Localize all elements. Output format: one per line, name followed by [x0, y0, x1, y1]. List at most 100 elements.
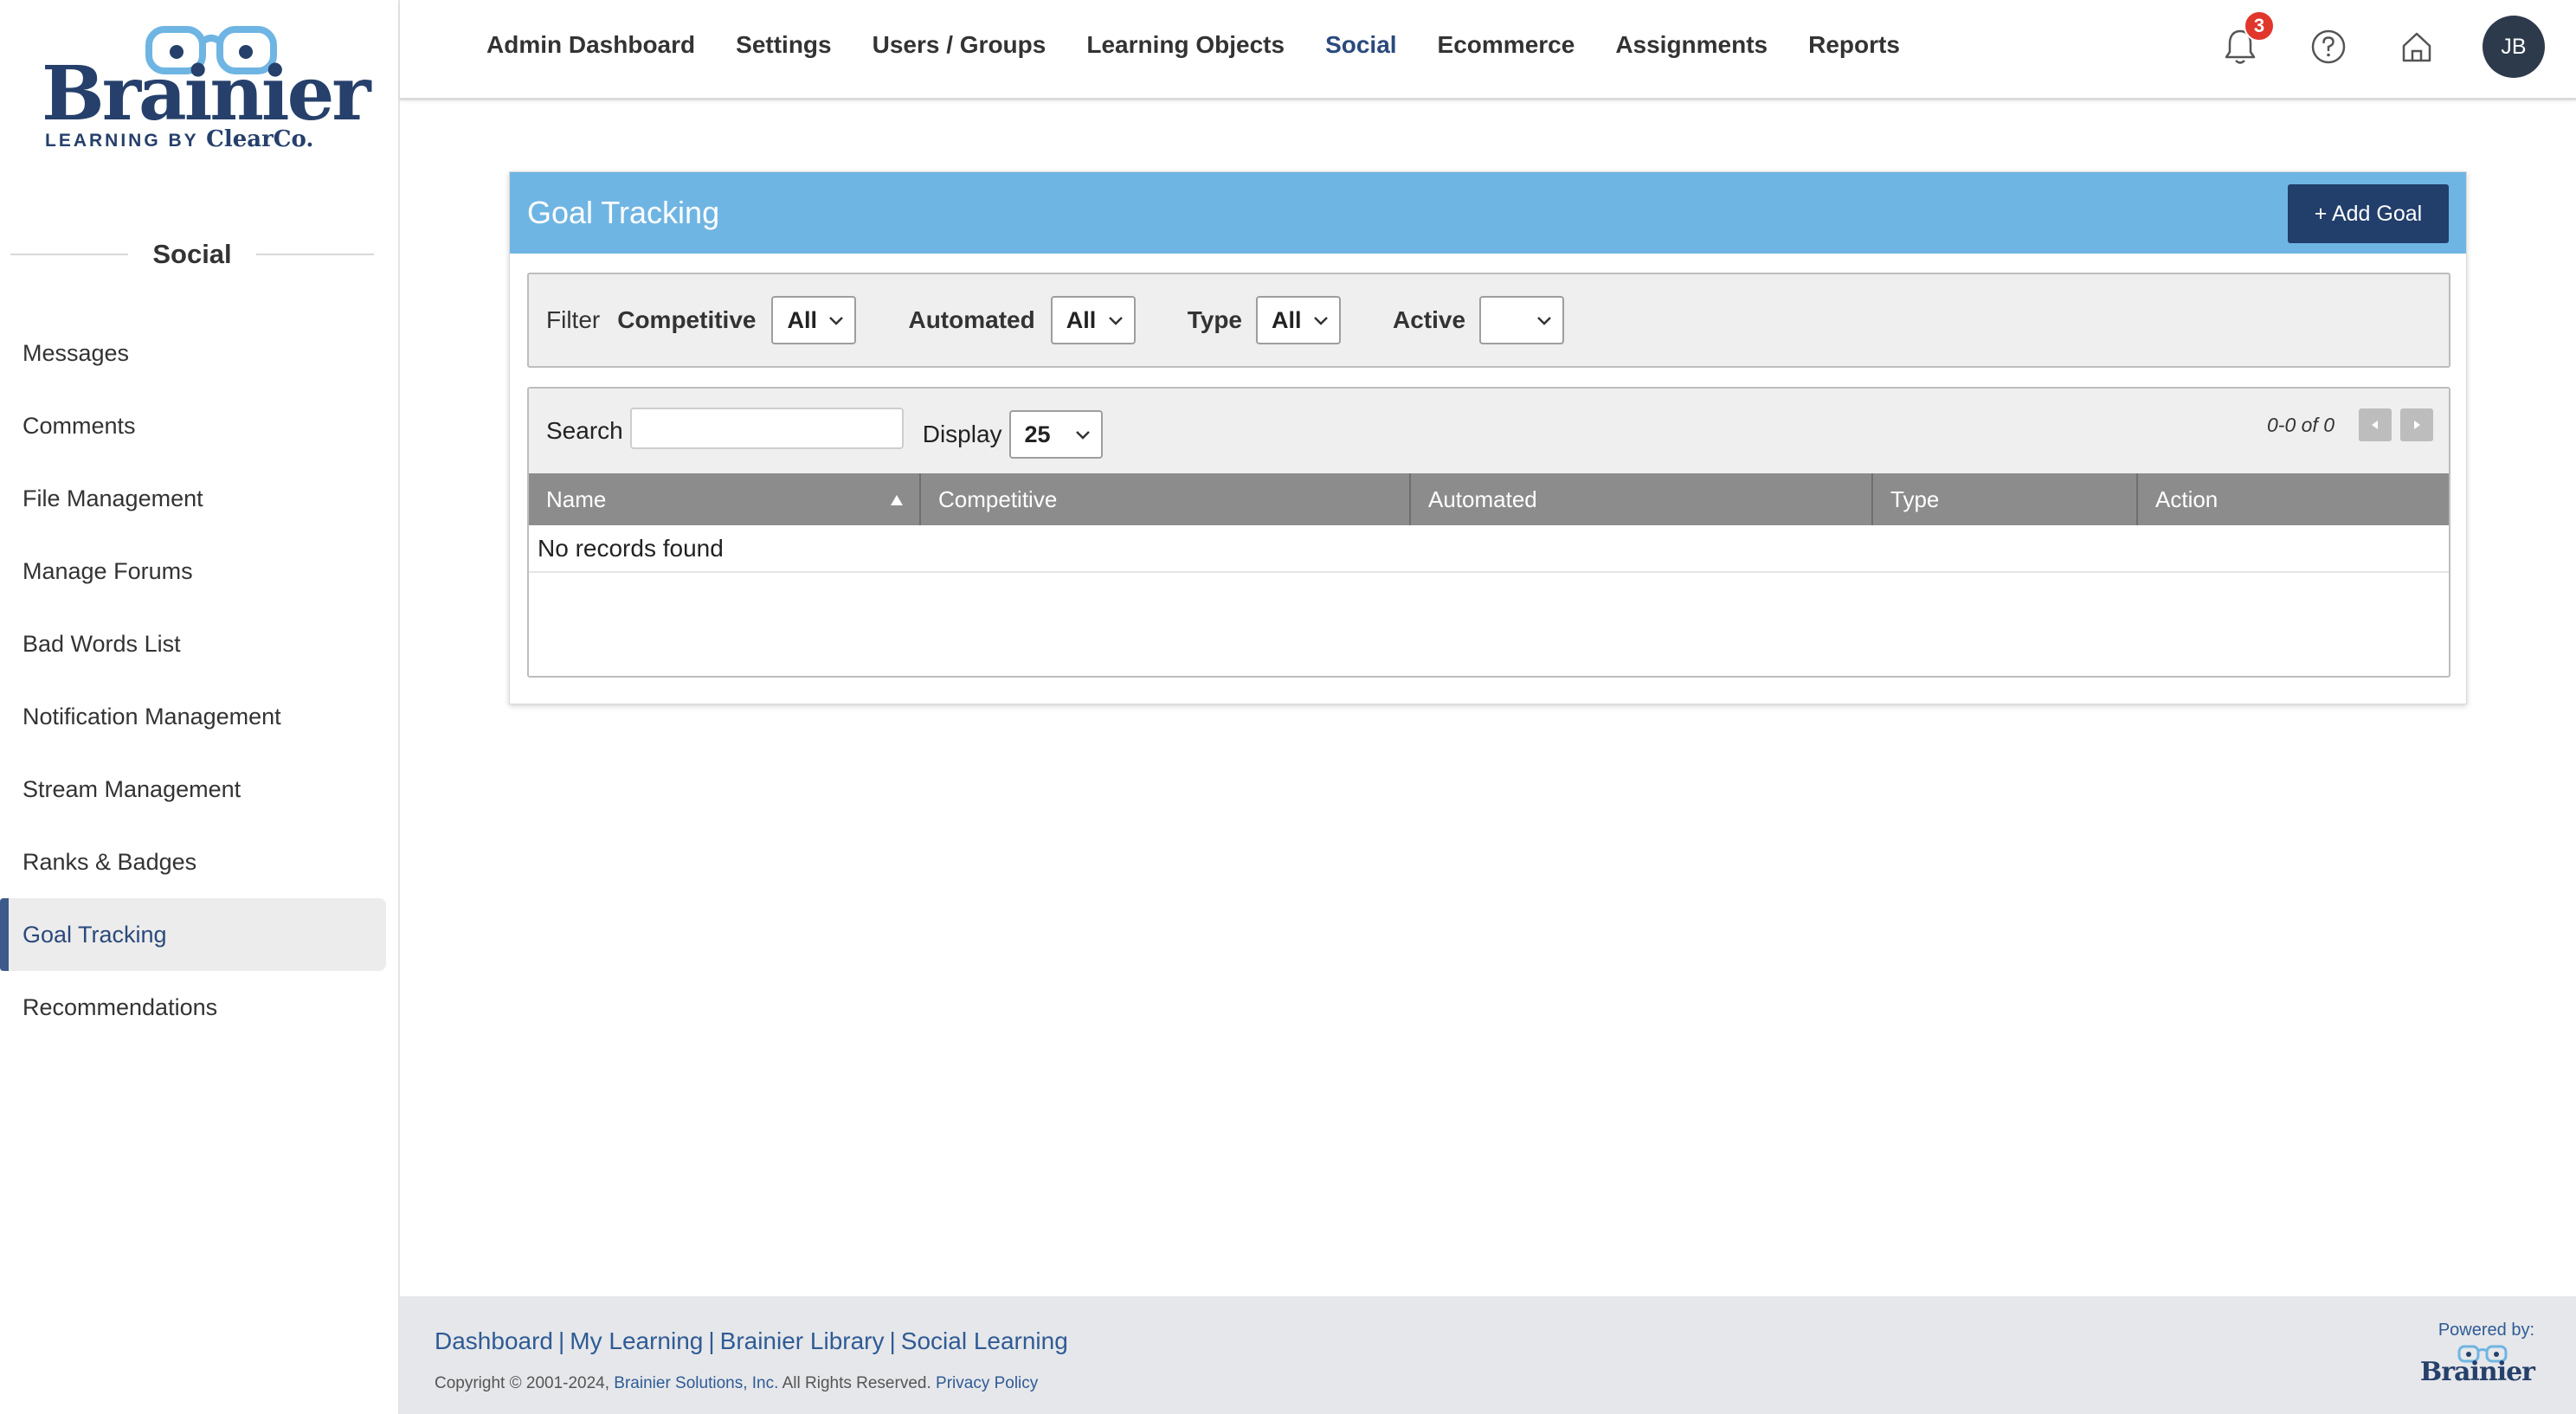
- search-label: Search: [546, 417, 623, 444]
- logo-wordmark: Brainier: [42, 50, 371, 138]
- sidebar-item-label: Recommendations: [23, 993, 218, 1020]
- column-header-label: Name: [546, 485, 607, 512]
- footer-separator: |: [889, 1327, 896, 1354]
- copyright-rights: All Rights Reserved.: [778, 1374, 937, 1392]
- chevron-down-icon: [1075, 431, 1090, 440]
- divider: [10, 254, 129, 255]
- column-header-action: Action: [2137, 473, 2449, 525]
- brainier-logo[interactable]: Brainier LEARNING BY ClearCo.: [42, 19, 371, 157]
- column-header-automated[interactable]: Automated: [1410, 473, 1873, 525]
- column-header-label: Automated: [1428, 485, 1537, 512]
- sidebar-item-label: Manage Forums: [23, 557, 193, 584]
- nav-reports[interactable]: Reports: [1808, 31, 1900, 59]
- automated-filter-select[interactable]: All: [1050, 296, 1136, 344]
- next-page-button[interactable]: [2400, 408, 2433, 441]
- sidebar-item-label: File Management: [23, 485, 203, 511]
- sidebar: Brainier LEARNING BY ClearCo. Social Mes…: [0, 0, 400, 1414]
- nav-admin-dashboard[interactable]: Admin Dashboard: [486, 31, 695, 59]
- help-icon: [2311, 29, 2346, 64]
- sidebar-item-file-management[interactable]: File Management: [0, 462, 400, 535]
- powered-by: Powered by: Brainier: [2419, 1321, 2535, 1387]
- footer-link-social-learning[interactable]: Social Learning: [901, 1327, 1068, 1354]
- sidebar-item-label: Bad Words List: [23, 630, 181, 657]
- sidebar-item-manage-forums[interactable]: Manage Forums: [0, 535, 400, 607]
- active-filter-select[interactable]: [1479, 296, 1565, 344]
- chevron-down-icon: [1537, 317, 1551, 325]
- sidebar-item-stream-management[interactable]: Stream Management: [0, 753, 400, 826]
- column-header-competitive[interactable]: Competitive: [920, 473, 1411, 525]
- powered-by-label: Powered by:: [2438, 1321, 2534, 1340]
- filter-bar: Filter Competitive All Automated All Typ…: [527, 273, 2450, 368]
- active-filter-label: Active: [1393, 306, 1466, 333]
- column-header-type[interactable]: Type: [1872, 473, 2138, 525]
- sidebar-item-recommendations[interactable]: Recommendations: [0, 971, 400, 1044]
- main-menu: Admin Dashboard Settings Users / Groups …: [486, 0, 1900, 90]
- select-value: All: [1066, 306, 1097, 333]
- sidebar-item-ranks-badges[interactable]: Ranks & Badges: [0, 826, 400, 898]
- list-toolbar: Search Display 25 0-0 of 0: [529, 389, 2449, 473]
- add-goal-button[interactable]: + Add Goal: [2288, 184, 2449, 243]
- home-icon: [2402, 32, 2431, 62]
- notifications-button[interactable]: 3: [2214, 10, 2275, 73]
- card-header: Goal Tracking + Add Goal: [510, 172, 2466, 254]
- nav-assignments[interactable]: Assignments: [1615, 31, 1768, 59]
- sidebar-item-notification-management[interactable]: Notification Management: [0, 680, 400, 753]
- column-header-label: Action: [2155, 485, 2219, 512]
- goal-table: Name Competitive Automated Type Action N…: [529, 473, 2449, 573]
- sidebar-item-bad-words-list[interactable]: Bad Words List: [0, 607, 400, 680]
- chevron-down-icon: [829, 317, 844, 325]
- powered-by-wordmark: Brainier: [2419, 1357, 2535, 1387]
- sidebar-item-goal-tracking[interactable]: Goal Tracking: [0, 898, 386, 971]
- page-title: Goal Tracking: [527, 195, 720, 230]
- sort-ascending-icon: [891, 495, 903, 505]
- nav-learning-objects[interactable]: Learning Objects: [1086, 31, 1285, 59]
- nav-users-groups[interactable]: Users / Groups: [873, 31, 1046, 59]
- help-button[interactable]: [2302, 21, 2354, 73]
- sidebar-nav: Messages Comments File Management Manage…: [0, 317, 400, 1044]
- sidebar-heading: Social: [152, 239, 232, 269]
- copyright-text: Copyright © 2001-2024, Brainier Solution…: [435, 1374, 1038, 1393]
- sidebar-item-label: Messages: [23, 339, 130, 366]
- nav-settings[interactable]: Settings: [736, 31, 831, 59]
- footer: Dashboard | My Learning | Brainier Library | S…: [400, 1296, 2576, 1414]
- logo-tagline-company: ClearCo.: [206, 126, 314, 152]
- nav-ecommerce[interactable]: Ecommerce: [1438, 31, 1575, 59]
- select-value: All: [787, 306, 817, 333]
- table-header-row: Name Competitive Automated Type Action: [529, 473, 2449, 525]
- table-row: No records found: [529, 525, 2449, 573]
- display-count-select[interactable]: 25: [1008, 410, 1103, 459]
- home-button[interactable]: [2391, 21, 2443, 73]
- sidebar-section-header: Social: [10, 235, 375, 273]
- notification-count-badge: 3: [2244, 10, 2275, 42]
- goal-list: Search Display 25 0-0 of 0 Name Competit…: [527, 387, 2450, 678]
- footer-link-my-learning[interactable]: My Learning: [570, 1327, 703, 1354]
- user-avatar[interactable]: JB: [2483, 16, 2545, 78]
- select-value: All: [1272, 306, 1302, 333]
- prev-page-button[interactable]: [2359, 408, 2392, 441]
- pagination: 0-0 of 0: [2267, 408, 2433, 442]
- footer-separator: |: [557, 1327, 565, 1354]
- footer-link-dashboard[interactable]: Dashboard: [435, 1327, 553, 1354]
- filter-label: Filter: [546, 306, 601, 333]
- footer-link-brainier-library[interactable]: Brainier Library: [720, 1327, 885, 1354]
- sidebar-item-comments[interactable]: Comments: [0, 389, 400, 462]
- pager-range-text: 0-0 of 0: [2267, 413, 2334, 436]
- footer-separator: |: [708, 1327, 715, 1354]
- chevron-down-icon: [1108, 317, 1123, 325]
- empty-state-message: No records found: [529, 525, 2449, 573]
- select-value: 25: [1024, 421, 1051, 447]
- sidebar-item-label: Goal Tracking: [23, 921, 167, 948]
- copyright-prefix: Copyright © 2001-2024,: [435, 1374, 615, 1392]
- sidebar-item-messages[interactable]: Messages: [0, 317, 400, 389]
- column-header-name[interactable]: Name: [529, 473, 921, 525]
- competitive-filter-label: Competitive: [617, 306, 757, 333]
- search-input[interactable]: [629, 408, 904, 449]
- competitive-filter-select[interactable]: All: [771, 296, 857, 344]
- display-label: Display: [922, 421, 1002, 447]
- footer-links: Dashboard | My Learning | Brainier Library | S…: [435, 1327, 1068, 1355]
- privacy-policy-link[interactable]: Privacy Policy: [936, 1374, 1038, 1392]
- type-filter-select[interactable]: All: [1256, 296, 1341, 344]
- caret-right-icon: [2414, 421, 2420, 429]
- nav-social[interactable]: Social: [1325, 31, 1396, 59]
- chevron-down-icon: [1314, 317, 1328, 325]
